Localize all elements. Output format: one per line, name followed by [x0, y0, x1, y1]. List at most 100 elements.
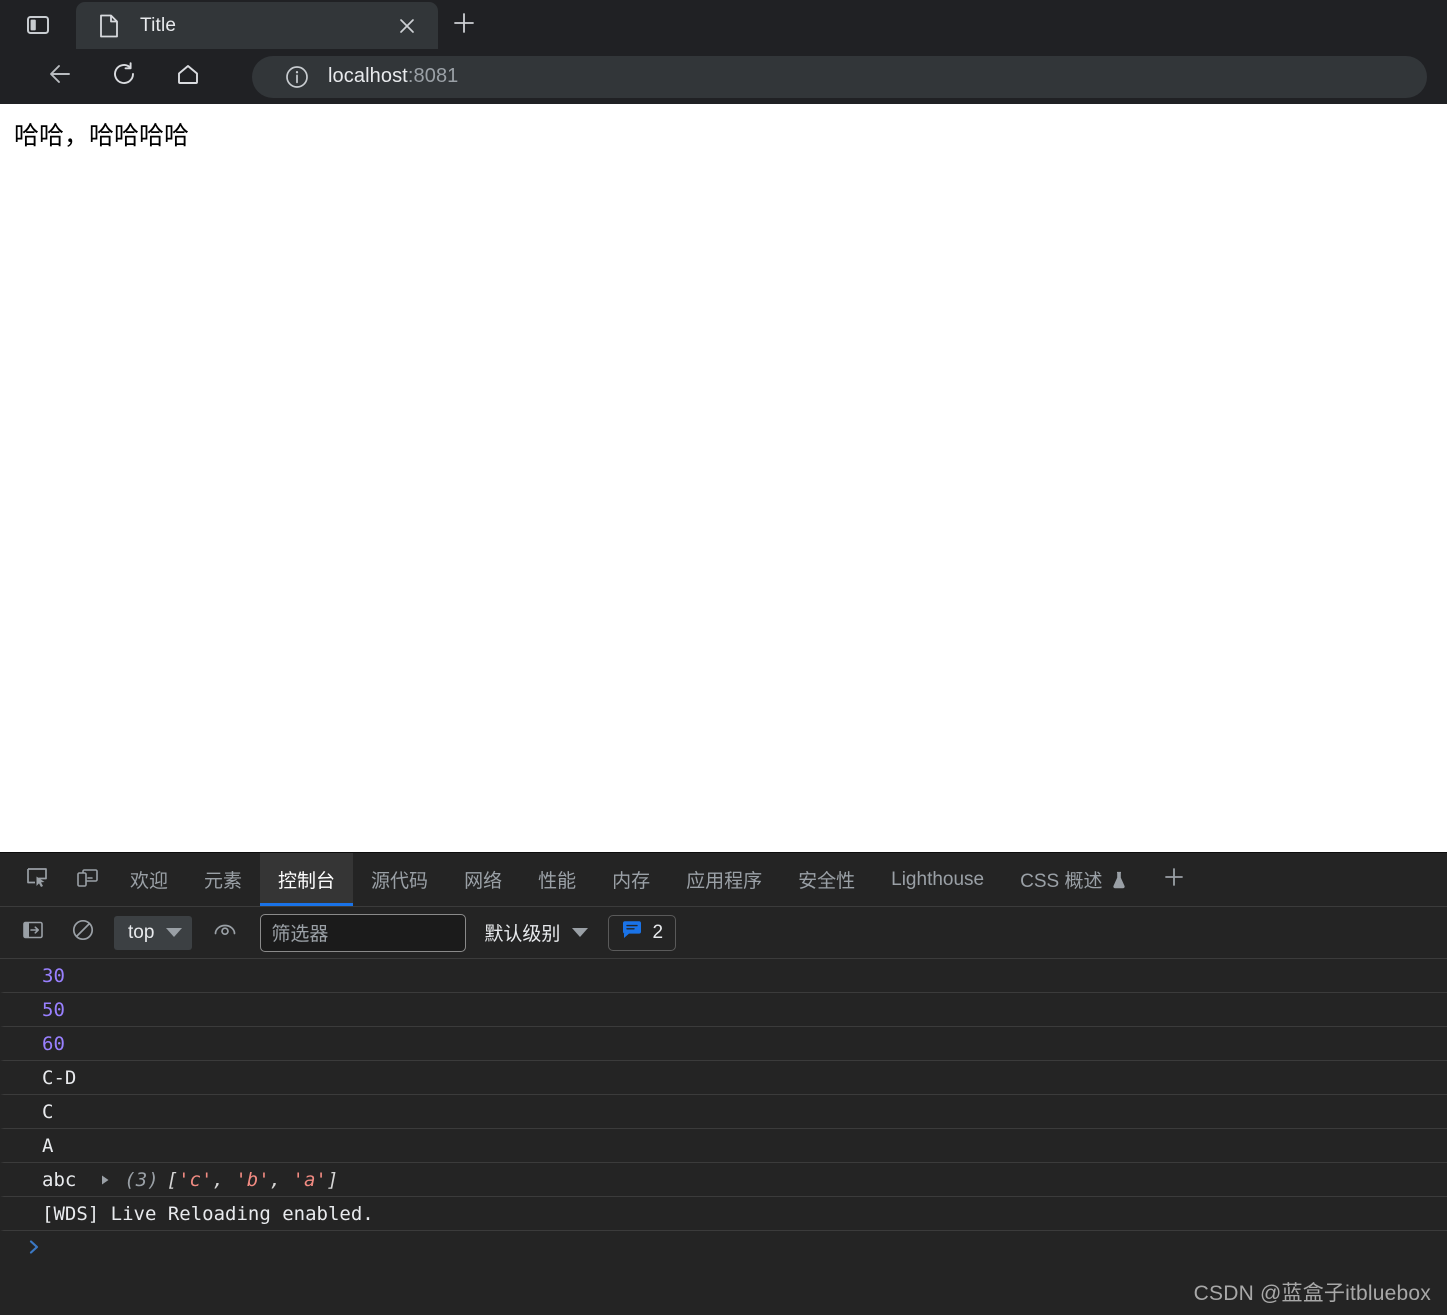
message-count-badge[interactable]: 2 — [608, 914, 677, 951]
devtools-tab-label: 欢迎 — [130, 871, 169, 892]
live-expression-button[interactable] — [206, 917, 244, 949]
address-bar-host: localhost — [328, 65, 408, 87]
experiment-flask-icon — [1111, 871, 1127, 889]
devtools-add-tab-button[interactable] — [1145, 853, 1203, 906]
console-message-value: [WDS] Live Reloading enabled. — [42, 1202, 374, 1225]
page-viewport: 哈哈，哈哈哈哈 — [0, 104, 1447, 852]
live-expression-eye-icon — [212, 919, 238, 946]
console-row[interactable]: 60 — [0, 1027, 1447, 1061]
devtools-tab-network[interactable]: 网络 — [446, 853, 520, 906]
devtools-tab-performance[interactable]: 性能 — [520, 853, 594, 906]
array-open-bracket: [ — [166, 1168, 179, 1191]
console-message-list[interactable]: 30 50 60 C-D C A abc (3) [ 'c' , 'b' , '… — [0, 959, 1447, 1315]
execution-context-selector[interactable]: top — [114, 915, 193, 950]
console-message-value: C — [42, 1100, 54, 1123]
console-row[interactable]: [WDS] Live Reloading enabled. — [0, 1197, 1447, 1231]
devtools-tab-bar: 欢迎 元素 控制台 源代码 网络 性能 内存 应用程序 安全性 Lighthou… — [0, 853, 1447, 907]
message-bubble-icon — [621, 920, 643, 945]
console-filter-placeholder: 筛选器 — [271, 924, 329, 945]
array-separator: , — [269, 1168, 293, 1191]
reload-icon — [110, 60, 138, 93]
devtools-tab-lighthouse[interactable]: Lighthouse — [873, 853, 1002, 906]
console-row[interactable]: 30 — [0, 959, 1447, 993]
array-item: 'a' — [292, 1168, 327, 1191]
devtools-panel: 欢迎 元素 控制台 源代码 网络 性能 内存 应用程序 安全性 Lighthou… — [0, 852, 1447, 1315]
address-bar[interactable]: localhost:8081 — [252, 55, 1427, 98]
browser-tab[interactable]: Title — [76, 2, 438, 49]
devtools-tab-label: 安全性 — [798, 871, 856, 892]
devtools-tab-welcome[interactable]: 欢迎 — [112, 853, 186, 906]
log-level-value: 默认级别 — [484, 924, 561, 945]
console-sidebar-icon — [22, 919, 44, 946]
devtools-tab-label: 性能 — [538, 871, 577, 892]
devtools-tab-application[interactable]: 应用程序 — [668, 853, 780, 906]
navigation-toolbar: localhost:8081 — [0, 49, 1447, 104]
devtools-tab-label: 应用程序 — [686, 871, 763, 892]
browser-chrome: Title localhost:8081 — [0, 0, 1447, 104]
page-body-text: 哈哈，哈哈哈哈 — [14, 121, 190, 150]
home-icon — [174, 60, 202, 93]
inspect-element-button[interactable] — [12, 853, 62, 906]
new-tab-button[interactable] — [438, 2, 490, 49]
console-message-value: 30 — [42, 964, 65, 987]
array-separator: , — [212, 1168, 236, 1191]
devtools-tab-label: 控制台 — [278, 871, 336, 892]
devtools-tab-label: CSS 概述 — [1020, 871, 1103, 892]
console-row[interactable]: 50 — [0, 993, 1447, 1027]
message-count-value: 2 — [652, 921, 664, 943]
devtools-tab-label: Lighthouse — [891, 868, 985, 890]
arrow-left-icon — [46, 60, 74, 93]
execution-context-value: top — [128, 921, 155, 943]
back-button[interactable] — [38, 55, 82, 99]
console-filter-input[interactable]: 筛选器 — [260, 913, 467, 952]
devtools-tab-label: 内存 — [612, 871, 651, 892]
inspect-element-icon — [25, 865, 49, 894]
console-message-value: C-D — [42, 1066, 77, 1089]
chevron-down-icon — [166, 928, 183, 937]
devtools-tab-css-overview[interactable]: CSS 概述 — [1002, 853, 1145, 906]
reload-button[interactable] — [102, 55, 146, 99]
array-close-bracket: ] — [326, 1168, 339, 1191]
console-row[interactable]: A — [0, 1129, 1447, 1163]
devtools-tab-label: 网络 — [464, 871, 503, 892]
home-button[interactable] — [166, 55, 210, 99]
prompt-chevron-icon — [26, 1238, 42, 1261]
console-message-value: 60 — [42, 1032, 65, 1055]
address-bar-url: localhost:8081 — [328, 65, 458, 88]
console-toolbar: top 筛选器 默认级别 2 — [0, 907, 1447, 959]
watermark-text: CSDN @蓝盒子itbluebox — [1193, 1282, 1431, 1305]
devtools-tab-label: 元素 — [204, 871, 243, 892]
console-message-value: A — [42, 1134, 54, 1157]
plus-icon — [452, 11, 476, 40]
devtools-tab-sources[interactable]: 源代码 — [353, 853, 446, 906]
console-row-array[interactable]: abc (3) [ 'c' , 'b' , 'a' ] — [0, 1163, 1447, 1197]
console-row[interactable]: C-D — [0, 1061, 1447, 1095]
device-toolbar-icon — [75, 865, 99, 894]
devtools-tab-console[interactable]: 控制台 — [260, 853, 354, 906]
devtools-tab-security[interactable]: 安全性 — [780, 853, 873, 906]
address-bar-port: :8081 — [407, 65, 459, 87]
chevron-down-icon — [572, 928, 589, 937]
log-level-selector[interactable]: 默认级别 — [484, 919, 589, 946]
sidebar-panel-icon — [25, 12, 51, 38]
devtools-tab-elements[interactable]: 元素 — [186, 853, 260, 906]
close-icon[interactable] — [390, 9, 424, 43]
expand-triangle-icon[interactable] — [98, 1173, 112, 1187]
clear-console-button[interactable] — [64, 917, 102, 949]
array-length-label: (3) — [124, 1168, 159, 1191]
info-circle-icon[interactable] — [284, 64, 310, 90]
console-sidebar-toggle-button[interactable] — [14, 917, 52, 949]
array-item: 'b' — [235, 1168, 270, 1191]
array-item: 'c' — [178, 1168, 213, 1191]
page-document-icon — [98, 14, 120, 38]
console-row[interactable]: C — [0, 1095, 1447, 1129]
console-prompt[interactable] — [0, 1231, 1447, 1267]
console-message-value: abc — [42, 1168, 77, 1191]
devtools-tab-memory[interactable]: 内存 — [594, 853, 668, 906]
clear-console-icon — [71, 918, 95, 947]
plus-icon — [1162, 865, 1186, 894]
device-toolbar-button[interactable] — [62, 853, 112, 906]
console-message-value: 50 — [42, 998, 65, 1021]
browser-sidebar-toggle-button[interactable] — [0, 0, 76, 49]
devtools-tab-label: 源代码 — [371, 871, 429, 892]
